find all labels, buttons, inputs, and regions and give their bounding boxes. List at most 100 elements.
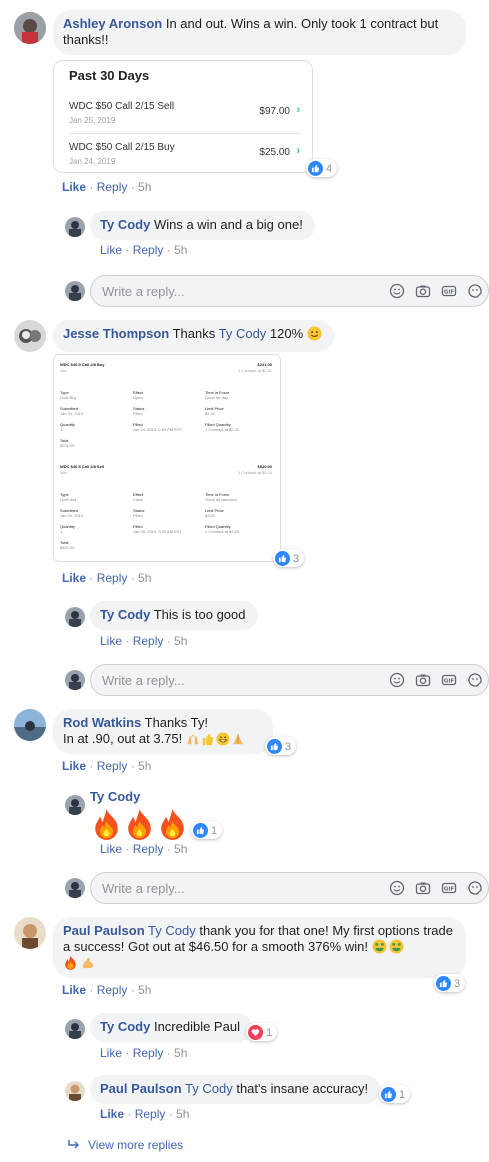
comment-time[interactable]: 5h xyxy=(138,571,151,585)
reply-author[interactable]: Ty Cody xyxy=(100,217,150,232)
smiley-icon[interactable] xyxy=(388,671,406,689)
reply-time[interactable]: 5h xyxy=(174,634,187,648)
reply-time[interactable]: 5h xyxy=(174,1046,187,1060)
comment-author[interactable]: Paul Paulson xyxy=(63,923,145,938)
order-amount-sub: 1 Contract at $2.31 xyxy=(237,368,272,373)
avatar-ty-cody[interactable] xyxy=(65,1019,85,1039)
comment-author[interactable]: Jesse Thompson xyxy=(63,326,169,341)
gif-icon[interactable]: GIF xyxy=(440,879,458,897)
avatar-ty-cody[interactable] xyxy=(65,217,85,237)
mention-link[interactable]: Ty Cody xyxy=(148,923,196,938)
reply-time[interactable]: 5h xyxy=(174,842,187,856)
camera-icon[interactable] xyxy=(414,671,432,689)
smiley-icon[interactable] xyxy=(388,879,406,897)
sticker-icon[interactable] xyxy=(466,671,484,689)
avatar-paul[interactable] xyxy=(65,1081,85,1101)
comment-actions: Like · Reply · 5h xyxy=(62,180,151,194)
money-mouth-emoji-icon xyxy=(389,939,404,954)
reply-author[interactable]: Paul Paulson xyxy=(100,1081,182,1096)
grinning-emoji-icon xyxy=(216,732,230,746)
emoji-row xyxy=(186,732,245,746)
reaction-count[interactable]: 4 xyxy=(306,159,338,177)
reply-link[interactable]: Reply xyxy=(133,1046,164,1060)
like-link[interactable]: Like xyxy=(100,1107,124,1121)
like-link[interactable]: Like xyxy=(62,180,86,194)
total-value: $231.00 xyxy=(60,443,75,448)
avatar-ashley[interactable] xyxy=(14,12,46,44)
reply-link[interactable]: Reply xyxy=(97,759,128,773)
reply-actions: Like · Reply · 5h xyxy=(100,634,187,648)
field-value: Jan 24, 2019 xyxy=(60,513,84,518)
reply-link[interactable]: Reply xyxy=(97,571,128,585)
gif-icon[interactable]: GIF xyxy=(440,671,458,689)
reply-input[interactable]: Write a reply... GIF xyxy=(90,664,489,696)
avatar-ty-cody[interactable] xyxy=(65,607,85,627)
reply-link[interactable]: Reply xyxy=(97,983,128,997)
reply-input-icons: GIF xyxy=(388,671,484,689)
reply-link[interactable]: Reply xyxy=(133,634,164,648)
comment-time[interactable]: 5h xyxy=(138,759,151,773)
reply-link[interactable]: Reply xyxy=(97,180,128,194)
reaction-count[interactable]: 1 xyxy=(191,821,223,839)
comment-author[interactable]: Ashley Aronson xyxy=(63,16,162,31)
smiley-icon[interactable] xyxy=(388,282,406,300)
reaction-count[interactable]: 1 xyxy=(246,1023,278,1041)
trade-row[interactable]: WDC $50 Call 2/15 Sell Jan 25, 2019 $97.… xyxy=(69,101,300,125)
avatar-paul[interactable] xyxy=(14,917,46,949)
like-link[interactable]: Like xyxy=(100,1046,122,1060)
reaction-count[interactable]: 3 xyxy=(265,737,297,755)
reply-input[interactable]: Write a reply... GIF xyxy=(90,275,489,307)
comment-time[interactable]: 5h xyxy=(138,180,151,194)
reaction-count[interactable]: 3 xyxy=(434,974,466,992)
separator: · xyxy=(127,180,139,194)
mention-link[interactable]: Ty Cody xyxy=(185,1081,233,1096)
comment-author[interactable]: Rod Watkins xyxy=(63,715,141,730)
camera-icon[interactable] xyxy=(414,879,432,897)
reply-input[interactable]: Write a reply... GIF xyxy=(90,872,489,904)
trade-date: Jan 24, 2019 xyxy=(69,157,116,166)
gif-icon[interactable]: GIF xyxy=(440,282,458,300)
avatar-jesse[interactable] xyxy=(14,320,46,352)
reaction-count[interactable]: 1 xyxy=(379,1085,411,1103)
sticker-icon[interactable] xyxy=(466,879,484,897)
field-value: Close xyxy=(133,497,144,502)
like-link[interactable]: Like xyxy=(100,243,122,257)
order-sub: 16h xyxy=(60,470,67,475)
trade-row[interactable]: WDC $50 Call 2/15 Buy Jan 24, 2019 $25.0… xyxy=(69,142,300,166)
reaction-count[interactable]: 3 xyxy=(273,549,305,567)
reply-bubble: Ty Cody This is too good xyxy=(90,601,258,630)
order-amount: $520.00 xyxy=(257,464,272,469)
comment-text: Thanks Ty! xyxy=(144,715,208,730)
field-value: Filled xyxy=(133,513,143,518)
reply-time[interactable]: 5h xyxy=(174,243,187,257)
reply-placeholder: Write a reply... xyxy=(102,673,185,688)
reply-author[interactable]: Ty Cody xyxy=(100,607,150,622)
chevron-right-icon: › xyxy=(296,145,300,157)
emoji-row xyxy=(372,939,404,954)
reply-link[interactable]: Reply xyxy=(133,243,164,257)
like-link[interactable]: Like xyxy=(100,634,122,648)
mention-link[interactable]: Ty Cody xyxy=(219,326,267,341)
like-reaction-icon xyxy=(267,739,282,754)
order-detail-image[interactable]: WDC $40.5 Call 2/8 Buy 16h $231.00 1 Con… xyxy=(53,354,281,562)
like-link[interactable]: Like xyxy=(100,842,122,856)
avatar-rod[interactable] xyxy=(14,709,46,741)
order-sub: 16h xyxy=(60,368,67,373)
reply-link[interactable]: Reply xyxy=(135,1107,166,1121)
order-title: WDC $40.5 Call 2/8 Sell xyxy=(60,464,105,469)
money-mouth-emoji-icon xyxy=(372,939,387,954)
comment-time[interactable]: 5h xyxy=(138,983,151,997)
camera-icon[interactable] xyxy=(414,282,432,300)
like-link[interactable]: Like xyxy=(62,571,86,585)
reply-time[interactable]: 5h xyxy=(176,1107,189,1121)
reply-author[interactable]: Ty Cody xyxy=(100,1019,150,1034)
reply-link[interactable]: Reply xyxy=(133,842,164,856)
trade-history-card[interactable]: Past 30 Days WDC $50 Call 2/15 Sell Jan … xyxy=(53,60,313,173)
reply-actions: Like · Reply · 5h xyxy=(100,243,187,257)
sticker-icon[interactable] xyxy=(466,282,484,300)
view-more-replies[interactable]: View more replies xyxy=(68,1138,183,1153)
like-link[interactable]: Like xyxy=(62,983,86,997)
reply-author[interactable]: Ty Cody xyxy=(90,789,140,804)
like-link[interactable]: Like xyxy=(62,759,86,773)
avatar-ty-cody[interactable] xyxy=(65,795,85,815)
